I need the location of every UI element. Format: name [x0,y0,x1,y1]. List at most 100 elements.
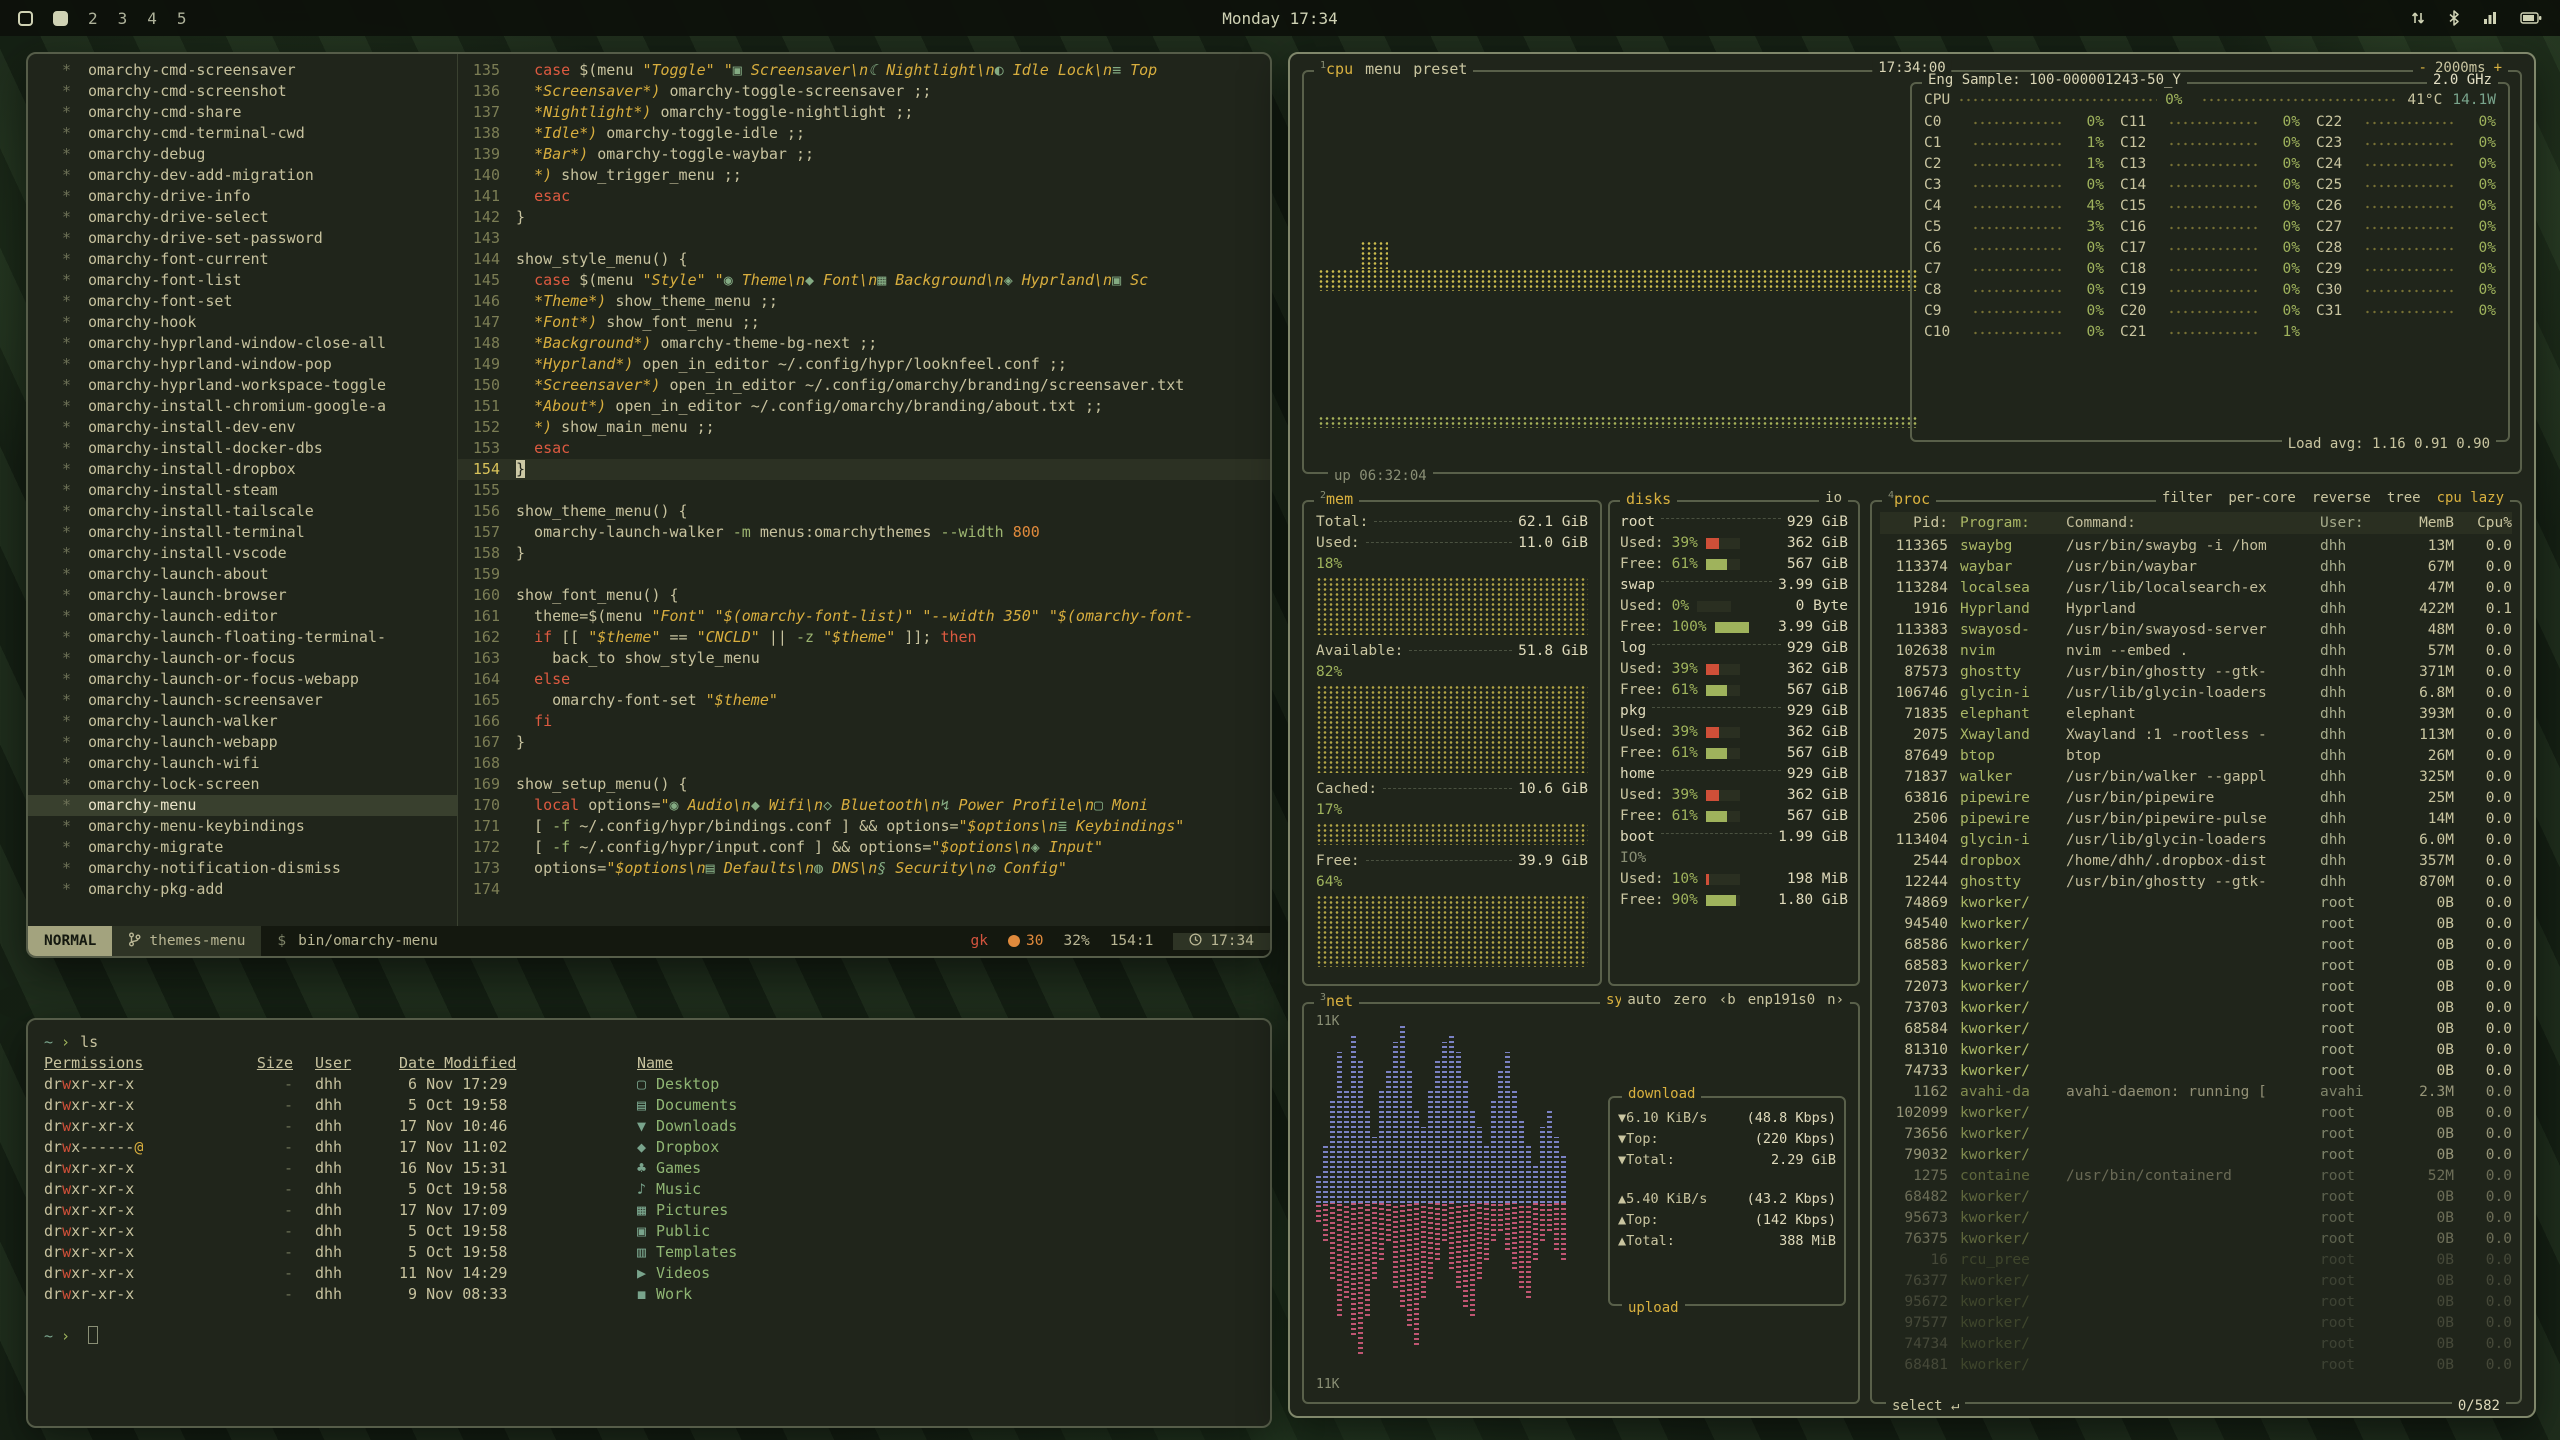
file-item[interactable]: *omarchy-install-terminal [28,522,457,543]
code-line[interactable]: 153 esac [458,438,1270,459]
battery-icon[interactable] [2520,11,2542,25]
code-line[interactable]: 144show_style_menu() { [458,249,1270,270]
workspace-2[interactable]: 2 [88,9,98,28]
file-item[interactable]: *omarchy-install-dropbox [28,459,457,480]
preset-button[interactable]: preset [1413,60,1467,78]
file-item[interactable]: *omarchy-install-vscode [28,543,457,564]
workspace-4[interactable]: 4 [147,9,157,28]
proc-row[interactable]: 68583kworker/root0B0.0 [1880,956,2512,977]
proc-row[interactable]: 87573ghostty/usr/bin/ghostty --gtk-dhh37… [1880,662,2512,683]
dir-name[interactable]: ◼Work [637,1284,1254,1305]
code-line[interactable]: 142} [458,207,1270,228]
proc-row[interactable]: 76377kworker/root0B0.0 [1880,1271,2512,1292]
file-item[interactable]: *omarchy-cmd-share [28,102,457,123]
dir-name[interactable]: ▶Videos [637,1263,1254,1284]
code-line[interactable]: 154} [458,459,1270,480]
per-core-button[interactable]: per-core [2228,490,2295,506]
proc-row[interactable]: 68481kworker/root0B0.0 [1880,1355,2512,1376]
file-item[interactable]: *omarchy-launch-or-focus-webapp [28,669,457,690]
code-line[interactable]: 168 [458,753,1270,774]
header-cpu[interactable]: Cpu% [2454,512,2512,534]
proc-row[interactable]: 1916HyprlandHyprlanddhh422M0.1 [1880,599,2512,620]
file-tree[interactable]: *omarchy-cmd-screensaver*omarchy-cmd-scr… [28,54,458,926]
file-item[interactable]: *omarchy-hyprland-window-close-all [28,333,457,354]
file-item[interactable]: *omarchy-launch-floating-terminal- [28,627,457,648]
proc-row[interactable]: 63816pipewire/usr/bin/pipewiredhh25M0.0 [1880,788,2512,809]
code-line[interactable]: 143 [458,228,1270,249]
proc-row[interactable]: 1162avahi-daavahi-daemon: running [avahi… [1880,1082,2512,1103]
file-item[interactable]: *omarchy-launch-or-focus [28,648,457,669]
dir-name[interactable]: ▢Desktop [637,1074,1254,1095]
proc-row[interactable]: 74733kworker/root0B0.0 [1880,1061,2512,1082]
code-line[interactable]: 139 *Bar*) omarchy-toggle-waybar ;; [458,144,1270,165]
proc-row[interactable]: 74734kworker/root0B0.0 [1880,1334,2512,1355]
code-line[interactable]: 173 options="$options\n▤ Defaults\n◍ DNS… [458,858,1270,879]
code-line[interactable]: 152 *) show_main_menu ;; [458,417,1270,438]
file-item[interactable]: *omarchy-menu-keybindings [28,816,457,837]
file-item[interactable]: *omarchy-launch-screensaver [28,690,457,711]
code-line[interactable]: 151 *About*) open_in_editor ~/.config/om… [458,396,1270,417]
dir-name[interactable]: ▥Templates [637,1242,1254,1263]
file-item[interactable]: *omarchy-launch-editor [28,606,457,627]
code-line[interactable]: 158} [458,543,1270,564]
proc-row[interactable]: 113374waybar/usr/bin/waybardhh67M0.0 [1880,557,2512,578]
code-line[interactable]: 165 omarchy-font-set "$theme" [458,690,1270,711]
tree-button[interactable]: tree [2387,490,2421,506]
code-line[interactable]: 145 case $(menu "Style" "◉ Theme\n◆ Font… [458,270,1270,291]
proc-row[interactable]: 73703kworker/root0B0.0 [1880,998,2512,1019]
file-item[interactable]: *omarchy-cmd-screenshot [28,81,457,102]
file-item[interactable]: *omarchy-font-set [28,291,457,312]
next-iface-button[interactable]: n› [1827,992,1844,1008]
workspace-active-icon[interactable] [53,11,68,26]
file-item[interactable]: *omarchy-font-list [28,270,457,291]
proc-row[interactable]: 76375kworker/root0B0.0 [1880,1229,2512,1250]
header-user[interactable]: User: [2320,512,2390,534]
proc-row[interactable]: 102638nvimnvim --embed .dhh57M0.0 [1880,641,2512,662]
code-line[interactable]: 150 *Screensaver*) open_in_editor ~/.con… [458,375,1270,396]
file-item[interactable]: *omarchy-lock-screen [28,774,457,795]
proc-row[interactable]: 87649btopbtopdhh26M0.0 [1880,746,2512,767]
file-item[interactable]: *omarchy-launch-webapp [28,732,457,753]
file-item[interactable]: *omarchy-menu [28,795,457,816]
proc-row[interactable]: 97577kworker/root0B0.0 [1880,1313,2512,1334]
proc-row[interactable]: 68584kworker/root0B0.0 [1880,1019,2512,1040]
code-line[interactable]: 174 [458,879,1270,900]
file-item[interactable]: *omarchy-hyprland-window-pop [28,354,457,375]
reverse-button[interactable]: reverse [2312,490,2371,506]
header-program[interactable]: Program: [1960,512,2066,534]
file-item[interactable]: *omarchy-cmd-screensaver [28,60,457,81]
proc-row[interactable]: 71835elephantelephantdhh393M0.0 [1880,704,2512,725]
dir-name[interactable]: ♣Games [637,1158,1254,1179]
proc-row[interactable]: 95673kworker/root0B0.0 [1880,1208,2512,1229]
code-line[interactable]: 146 *Theme*) show_theme_menu ;; [458,291,1270,312]
stats-bars-icon[interactable] [2482,10,2498,26]
proc-row[interactable]: 12244ghostty/usr/bin/ghostty --gtk-dhh87… [1880,872,2512,893]
code-line[interactable]: 167} [458,732,1270,753]
file-item[interactable]: *omarchy-drive-set-password [28,228,457,249]
code-line[interactable]: 147 *Font*) show_font_menu ;; [458,312,1270,333]
network-arrows-icon[interactable] [2410,10,2426,26]
code-line[interactable]: 156show_theme_menu() { [458,501,1270,522]
code-pane[interactable]: 135 case $(menu "Toggle" "▣ Screensaver\… [458,54,1270,926]
file-item[interactable]: *omarchy-notification-dismiss [28,858,457,879]
bluetooth-icon[interactable] [2448,10,2460,26]
sort-column-selector[interactable]: cpu lazy [2437,490,2504,506]
dir-name[interactable]: ▼Downloads [637,1116,1254,1137]
file-item[interactable]: *omarchy-launch-browser [28,585,457,606]
file-item[interactable]: *omarchy-install-steam [28,480,457,501]
code-line[interactable]: 136 *Screensaver*) omarchy-toggle-screen… [458,81,1270,102]
dir-name[interactable]: ▣Public [637,1221,1254,1242]
code-line[interactable]: 140 *) show_trigger_menu ;; [458,165,1270,186]
code-line[interactable]: 170 local options="◉ Audio\n◆ Wifi\n◇ Bl… [458,795,1270,816]
proc-row[interactable]: 74869kworker/root0B0.0 [1880,893,2512,914]
auto-button[interactable]: auto [1627,992,1661,1008]
code-line[interactable]: 166 fi [458,711,1270,732]
proc-row[interactable]: 68482kworker/root0B0.0 [1880,1187,2512,1208]
prev-iface-button[interactable]: ‹b [1719,992,1736,1008]
workspace-3[interactable]: 3 [118,9,128,28]
proc-row[interactable]: 113383swayosd-/usr/bin/swayosd-serverdhh… [1880,620,2512,641]
io-mode-button[interactable]: io [1819,490,1848,506]
proc-row[interactable]: 95672kworker/root0B0.0 [1880,1292,2512,1313]
dir-name[interactable]: ▦Pictures [637,1200,1254,1221]
interval-decrease-button[interactable]: - [2419,60,2427,76]
